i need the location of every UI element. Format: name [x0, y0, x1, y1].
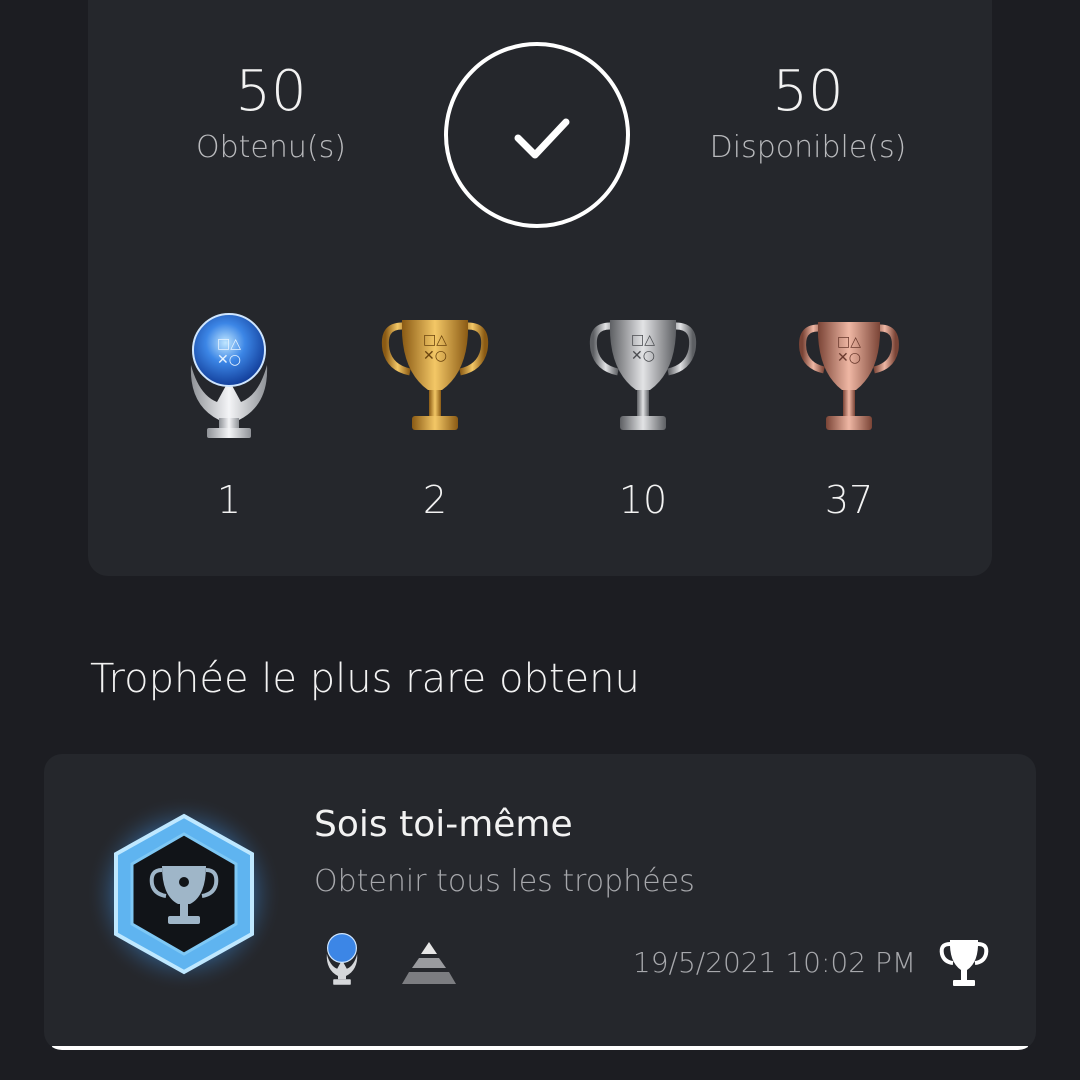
trophy-badge-icon: [86, 796, 282, 992]
platinum-trophy-icon: [326, 933, 358, 985]
svg-text:✕○: ✕○: [217, 352, 241, 368]
svg-text:✕○: ✕○: [837, 350, 861, 366]
ultra-rare-pyramid-icon: [402, 942, 456, 984]
platinum-trophy-icon: □△ ✕○: [190, 313, 268, 438]
completion-check-icon: [444, 42, 630, 228]
grade-bronze[interactable]: □△ ✕○ 37: [769, 310, 929, 522]
available-label: Disponible(s): [709, 130, 907, 165]
trophy-summary-card: 50 Obtenu(s) 50 Disponible(s) □△ ✕○ 1 □△…: [88, 0, 992, 576]
platinum-count: 1: [216, 478, 242, 522]
rarest-trophy-card[interactable]: Sois toi-même Obtenir tous les trophées …: [44, 754, 1036, 1050]
svg-text:□△: □△: [837, 334, 861, 350]
earned-label: Obtenu(s): [196, 130, 346, 165]
silver-trophy-icon: □△ ✕○: [589, 320, 697, 430]
trophy-name: Sois toi-même: [314, 804, 573, 845]
svg-text:□△: □△: [423, 332, 447, 348]
silver-count: 10: [618, 478, 668, 522]
svg-text:□△: □△: [631, 332, 655, 348]
svg-text:✕○: ✕○: [423, 348, 447, 364]
svg-text:□△: □△: [217, 336, 241, 352]
trophy-outline-icon: [939, 940, 989, 986]
card-underline: [52, 1046, 1028, 1050]
svg-text:✕○: ✕○: [631, 348, 655, 364]
gold-trophy-icon: □△ ✕○: [381, 320, 489, 430]
earned-stat: 50 Obtenu(s): [121, 59, 421, 166]
available-stat: 50 Disponible(s): [658, 59, 958, 166]
available-count: 50: [772, 59, 844, 124]
grade-gold[interactable]: □△ ✕○ 2: [355, 310, 515, 522]
trophy-description: Obtenir tous les trophées: [314, 864, 695, 899]
gold-count: 2: [422, 478, 448, 522]
grade-platinum[interactable]: □△ ✕○ 1: [149, 310, 309, 522]
bronze-count: 37: [824, 478, 874, 522]
section-title: Trophée le plus rare obtenu: [90, 656, 640, 702]
grade-silver[interactable]: □△ ✕○ 10: [563, 310, 723, 522]
bronze-trophy-icon: □△ ✕○: [799, 322, 899, 430]
earned-count: 50: [235, 59, 307, 124]
earned-date: 19/5/2021 10:02 PM: [632, 946, 916, 979]
